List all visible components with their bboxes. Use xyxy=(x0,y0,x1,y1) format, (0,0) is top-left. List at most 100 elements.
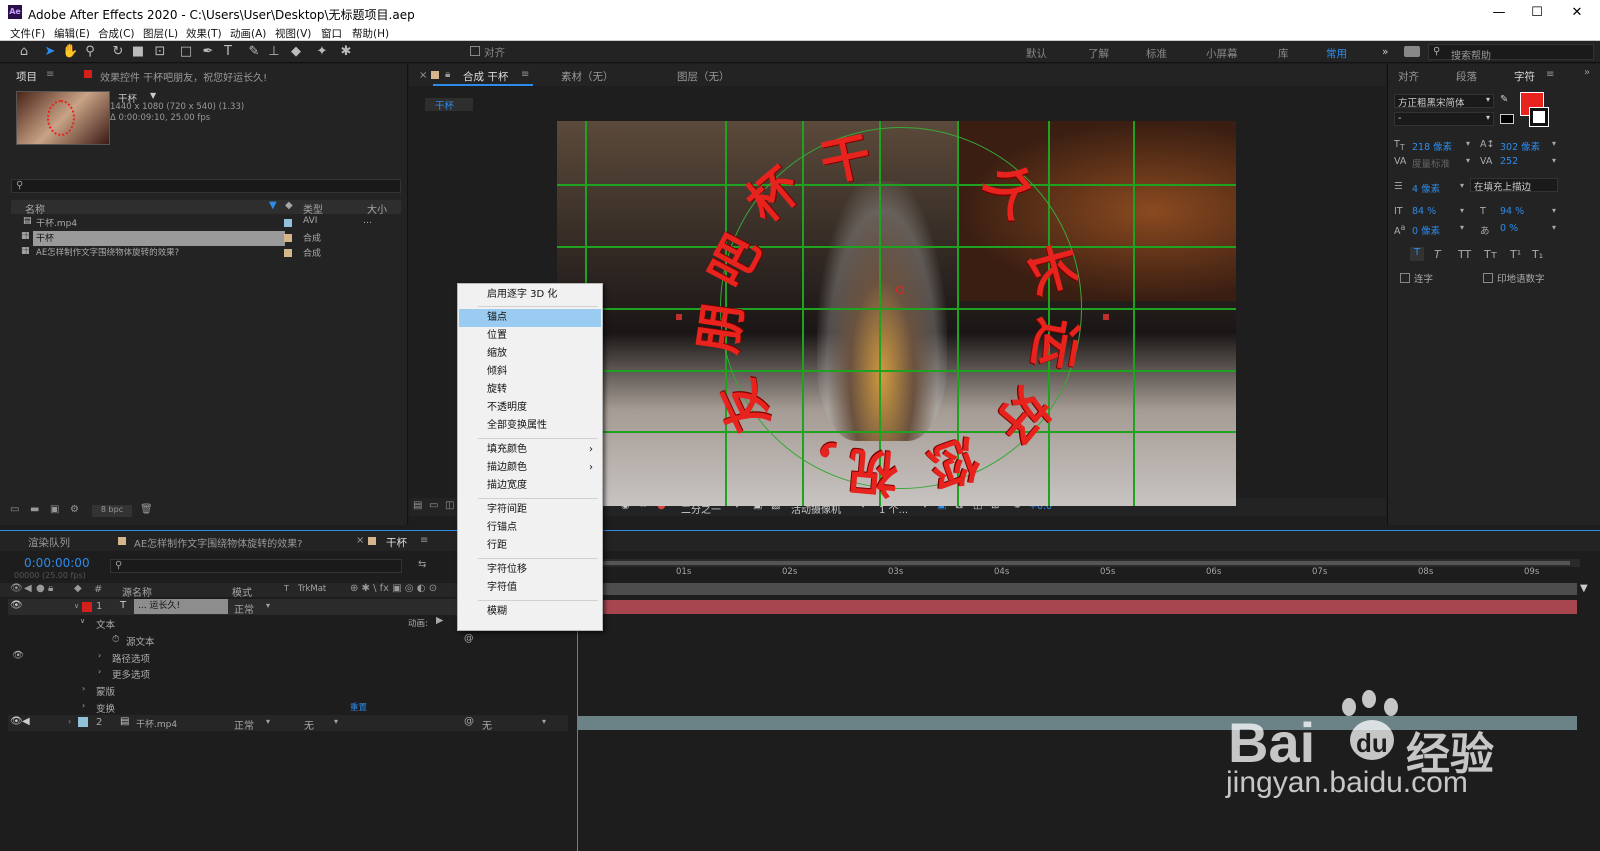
expand-icon[interactable]: » xyxy=(1584,67,1590,78)
mask-icon[interactable]: ◫ xyxy=(445,500,454,511)
menu-item-position[interactable]: 位置 xyxy=(459,327,601,345)
trash-icon[interactable]: 🗑 xyxy=(140,504,153,515)
menu-item-all-transform[interactable]: 全部变换属性 xyxy=(459,417,601,435)
font-size-value[interactable]: 218 像素 xyxy=(1412,139,1452,153)
layer-name[interactable]: ... 运长久! xyxy=(134,599,228,614)
comp-flowchart-icon[interactable]: ⇆ xyxy=(418,559,426,570)
workspace-default[interactable]: 默认 xyxy=(1026,46,1047,61)
menu-item-character-offset[interactable]: 字符位移 xyxy=(459,561,601,579)
path-handle-right[interactable] xyxy=(1103,314,1109,320)
column-name[interactable]: 名称 xyxy=(25,201,45,216)
tab-align[interactable]: 对齐 xyxy=(1398,69,1419,84)
font-style-select[interactable]: - ▾ xyxy=(1394,112,1494,126)
stopwatch-icon[interactable]: ⏱ xyxy=(112,634,119,645)
parent-select[interactable]: 无 xyxy=(482,717,492,732)
audio-icon[interactable]: ◀ xyxy=(22,716,30,727)
home-icon[interactable]: ⌂ xyxy=(16,44,32,60)
video-preview-icon[interactable] xyxy=(1404,46,1420,57)
hindi-digits-checkbox[interactable] xyxy=(1483,273,1493,283)
layer-1-duration-bar[interactable] xyxy=(577,600,1577,614)
tab-layer[interactable]: 图层（无） xyxy=(677,69,730,84)
sort-arrow-icon[interactable]: ▼ xyxy=(269,200,277,211)
menu-layer[interactable]: 图层(L) xyxy=(143,26,178,41)
menu-item-fill-color[interactable]: 填充颜色 › xyxy=(459,441,601,459)
baseline-shift-value[interactable]: 0 像素 xyxy=(1412,223,1440,237)
more-options-row[interactable]: 更多选项 xyxy=(112,667,150,681)
menu-item-character-value[interactable]: 字符值 xyxy=(459,579,601,597)
more-workspaces-icon[interactable]: » xyxy=(1382,46,1388,58)
chevron-down-icon[interactable]: ∨ xyxy=(74,602,79,610)
layer-row[interactable]: 👁︎ ◀ › 2 ▤ 干杯.mp4 正常 ▾ 无 ▾ @ 无 ▾ xyxy=(8,715,568,732)
workspace-common[interactable]: 常用 xyxy=(1326,46,1347,61)
stroke-mode-select[interactable]: 在填充上描边 xyxy=(1470,178,1558,193)
workspace-standard[interactable]: 标准 xyxy=(1146,46,1167,61)
panel-menu-icon[interactable]: ≡ xyxy=(1546,69,1554,80)
expression-icon[interactable]: @ xyxy=(464,633,474,644)
kerning-value[interactable]: 度量标准 xyxy=(1412,156,1450,170)
subscript-button[interactable]: T₁ xyxy=(1532,248,1543,261)
tab-effect-controls[interactable]: 效果控件 干杯吧朋友，祝您好运长久! xyxy=(100,69,267,84)
work-area-bar[interactable] xyxy=(570,559,1580,567)
chevron-right-icon[interactable]: › xyxy=(98,667,101,676)
roto-brush-tool-icon[interactable]: ✦ xyxy=(314,44,330,60)
pan-behind-tool-icon[interactable]: ⊡ xyxy=(152,44,168,60)
column-type[interactable]: 类型 xyxy=(303,201,323,216)
timeline-search-input[interactable]: ⚲ xyxy=(110,559,402,573)
superscript-button[interactable]: T¹ xyxy=(1510,248,1521,261)
parent-pickwhip-icon[interactable]: @ xyxy=(464,716,474,727)
close-tab-icon[interactable]: × xyxy=(356,535,364,546)
brush-tool-icon[interactable]: ✎ xyxy=(246,44,262,60)
faux-bold-button[interactable]: T xyxy=(1410,247,1424,261)
menu-item-stroke-width[interactable]: 描边宽度 xyxy=(459,477,601,495)
all-caps-button[interactable]: TT xyxy=(1458,248,1471,261)
tab-paragraph[interactable]: 段落 xyxy=(1456,69,1477,84)
list-item-selected[interactable]: ▦ 干杯 合成 xyxy=(11,231,401,246)
column-trkmat[interactable]: TrkMat xyxy=(298,584,326,594)
text-group[interactable]: 文本 xyxy=(96,617,115,631)
project-search-input[interactable]: ⚲ xyxy=(11,179,401,193)
close-tab-icon[interactable]: × xyxy=(419,70,427,81)
menu-window[interactable]: 窗口 xyxy=(321,26,342,41)
pen-tool-icon[interactable]: ✒ xyxy=(200,44,216,60)
menu-item-stroke-color[interactable]: 描边颜色 › xyxy=(459,459,601,477)
settings-icon[interactable]: ⚙ xyxy=(70,504,79,515)
menu-item-line-spacing[interactable]: 行距 xyxy=(459,537,601,555)
menu-help[interactable]: 帮助(H) xyxy=(352,26,389,41)
hand-tool-icon[interactable]: ✋ xyxy=(62,44,78,60)
anchor-point-icon[interactable] xyxy=(896,286,904,294)
chevron-down-icon[interactable]: ▾ xyxy=(1460,181,1464,190)
menu-animation[interactable]: 动画(A) xyxy=(230,26,266,41)
panel-menu-icon[interactable]: ≡ xyxy=(420,535,428,546)
chevron-down-icon[interactable]: ▾ xyxy=(1552,223,1556,232)
time-ruler[interactable]: 01s 02s 03s 04s 05s 06s 07s 08s 09s xyxy=(570,567,1580,583)
layer-name[interactable]: 干杯.mp4 xyxy=(136,717,177,730)
selection-tool-icon[interactable]: ➤ xyxy=(42,44,58,60)
blend-mode-select[interactable]: 正常 xyxy=(234,601,254,616)
chevron-down-icon[interactable]: ▾ xyxy=(266,717,270,726)
interpret-footage-icon[interactable]: ▭ xyxy=(10,504,19,515)
chevron-right-icon[interactable]: › xyxy=(82,684,85,693)
tab-timeline-comp[interactable]: 干杯 xyxy=(386,535,407,550)
column-t[interactable]: T xyxy=(284,584,289,593)
menu-file[interactable]: 文件(F) xyxy=(10,26,45,41)
panel-menu-icon[interactable]: ≡ xyxy=(521,69,529,80)
chevron-down-icon[interactable]: ▾ xyxy=(1552,139,1556,148)
menu-item-blur[interactable]: 模糊 xyxy=(459,603,601,621)
chevron-right-icon[interactable]: › xyxy=(98,651,101,660)
workspace-learn[interactable]: 了解 xyxy=(1088,46,1109,61)
faux-italic-button[interactable]: T xyxy=(1434,248,1441,261)
tracking-value[interactable]: 252 xyxy=(1500,156,1518,167)
tab-ae-comp[interactable]: AE怎样制作文字围绕物体旋转的效果? xyxy=(134,535,302,550)
visibility-icon[interactable]: 👁︎ xyxy=(12,650,24,661)
masks-row[interactable]: 蒙版 xyxy=(96,684,115,698)
horizontal-scale-value[interactable]: 94 % xyxy=(1500,206,1524,217)
path-options-row[interactable]: 路径选项 xyxy=(112,651,150,665)
menu-edit[interactable]: 编辑(E) xyxy=(54,26,90,41)
ligature-checkbox[interactable] xyxy=(1400,273,1410,283)
menu-item-tracking[interactable]: 字符间距 xyxy=(459,501,601,519)
chevron-down-icon[interactable]: ▾ xyxy=(334,717,338,726)
chevron-down-icon[interactable]: ▾ xyxy=(1466,139,1470,148)
panel-menu-icon[interactable]: ≡ xyxy=(46,69,54,80)
menu-item-rotation[interactable]: 旋转 xyxy=(459,381,601,399)
dropdown-arrow-icon[interactable]: ▼ xyxy=(150,91,156,100)
